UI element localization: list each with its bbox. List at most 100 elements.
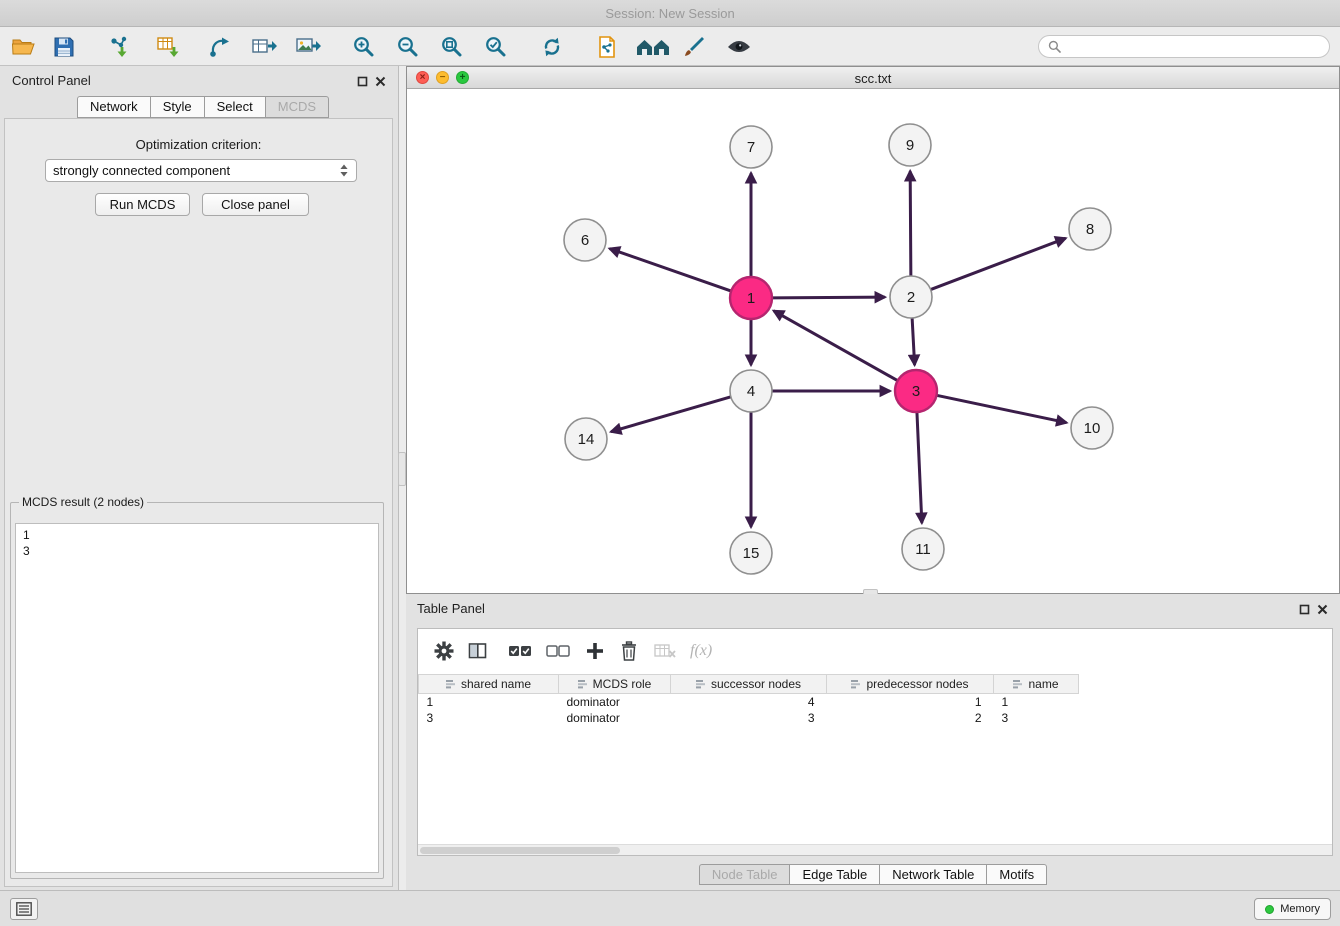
apply-style-button[interactable] (676, 32, 712, 62)
function-builder-label: f(x) (690, 642, 712, 660)
export-image-button[interactable] (290, 32, 326, 62)
cell-shared_name[interactable]: 1 (419, 694, 559, 710)
open-session-button[interactable] (6, 32, 42, 62)
run-mcds-button[interactable]: Run MCDS (95, 193, 190, 216)
search-box[interactable] (1038, 35, 1330, 58)
cell-predecessor_nodes[interactable]: 1 (827, 694, 994, 710)
cell-mcds_role[interactable]: dominator (559, 694, 671, 710)
cell-shared_name[interactable]: 3 (419, 710, 559, 726)
node-table-body: 1dominator4113dominator323 (419, 694, 1334, 726)
panel-selector-button[interactable] (10, 898, 38, 920)
cell-name[interactable]: 1 (994, 694, 1079, 710)
tab-select[interactable]: Select (204, 96, 266, 118)
network-window-title: scc.txt (407, 71, 1339, 86)
cell-successor_nodes[interactable]: 4 (671, 694, 827, 710)
network-canvas[interactable]: 7968124310141511 (407, 89, 1339, 593)
criterion-dropdown[interactable]: strongly connected component (45, 159, 357, 182)
tab-network-table[interactable]: Network Table (879, 864, 987, 885)
graph-node-label: 6 (581, 232, 589, 249)
eye-icon (726, 37, 752, 57)
network-graph[interactable]: 7968124310141511 (407, 89, 1339, 594)
zoom-fit-button[interactable] (434, 32, 470, 62)
control-panel-title: Control Panel (12, 73, 91, 88)
tab-motifs[interactable]: Motifs (986, 864, 1047, 885)
graph-edge-3-11[interactable] (917, 412, 922, 522)
column-header-4[interactable]: name (994, 675, 1079, 694)
memory-label: Memory (1280, 903, 1320, 915)
graph-edge-1-6[interactable] (610, 249, 731, 291)
memory-button[interactable]: Memory (1254, 898, 1331, 920)
columns-icon (468, 642, 488, 660)
zoom-selected-icon (484, 35, 508, 59)
tab-style[interactable]: Style (150, 96, 205, 118)
plus-icon (586, 642, 604, 660)
main-toolbar (0, 27, 1340, 66)
graph-edge-2-8[interactable] (931, 239, 1065, 290)
clone-network-button[interactable] (589, 32, 625, 62)
export-table-button[interactable] (246, 32, 282, 62)
create-column-button[interactable] (586, 641, 604, 661)
table-options-button[interactable] (434, 641, 454, 661)
close-panel-button[interactable]: Close panel (202, 193, 309, 216)
float-table-panel-icon[interactable] (1297, 602, 1312, 616)
float-panel-icon[interactable] (355, 74, 370, 88)
criterion-dropdown-value: strongly connected component (53, 163, 230, 178)
panel-splitter-handle[interactable] (398, 452, 406, 486)
import-table-button[interactable] (150, 32, 186, 62)
open-folder-icon (11, 35, 37, 59)
table-row[interactable]: 1dominator411 (419, 694, 1334, 710)
mcds-result-title: MCDS result (2 nodes) (19, 495, 147, 509)
tab-edge-table[interactable]: Edge Table (789, 864, 880, 885)
close-window-button[interactable] (416, 71, 429, 84)
cell-name[interactable]: 3 (994, 710, 1079, 726)
apply-layout-button[interactable] (534, 32, 570, 62)
column-header-3[interactable]: predecessor nodes (827, 675, 994, 694)
maximize-window-button[interactable] (456, 71, 469, 84)
table-panel-tabs: Node Table Edge Table Network Table Moti… (406, 864, 1340, 885)
graph-edge-3-10[interactable] (937, 395, 1066, 422)
application-window: Session: New Session Control Panel (0, 0, 1340, 926)
search-icon (1048, 40, 1061, 53)
graph-edge-1-2[interactable] (772, 297, 884, 298)
import-network-button[interactable] (102, 32, 138, 62)
graph-node-label: 14 (578, 431, 595, 448)
zoom-out-button[interactable] (390, 32, 426, 62)
graph-edge-4-14[interactable] (612, 397, 731, 432)
zoom-selected-button[interactable] (478, 32, 514, 62)
close-panel-icon[interactable] (373, 74, 388, 88)
column-header-2[interactable]: successor nodes (671, 675, 827, 694)
function-builder-button[interactable]: f(x) (690, 641, 712, 661)
column-header-0[interactable]: shared name (419, 675, 559, 694)
table-row[interactable]: 3dominator323 (419, 710, 1334, 726)
graphics-details-button[interactable] (721, 32, 757, 62)
zoom-out-icon (396, 35, 420, 59)
horizontal-scrollbar[interactable] (418, 844, 1332, 855)
first-neighbors-button[interactable] (633, 32, 673, 62)
search-input[interactable] (1067, 40, 1320, 54)
graph-edge-3-1[interactable] (775, 311, 898, 380)
delete-columns-button[interactable] (620, 641, 638, 661)
tab-network[interactable]: Network (77, 96, 151, 118)
cell-filler (1079, 710, 1334, 726)
graph-edge-2-3[interactable] (912, 318, 914, 364)
show-columns-button[interactable] (468, 641, 488, 661)
cell-predecessor_nodes[interactable]: 2 (827, 710, 994, 726)
export-network-button[interactable] (202, 32, 238, 62)
column-header-1[interactable]: MCDS role (559, 675, 671, 694)
control-panel-header: Control Panel (0, 66, 398, 94)
cell-mcds_role[interactable]: dominator (559, 710, 671, 726)
tab-mcds[interactable]: MCDS (265, 96, 329, 118)
table-panel-header: Table Panel (406, 594, 1340, 622)
minimize-window-button[interactable] (436, 71, 449, 84)
save-session-button[interactable] (46, 32, 82, 62)
zoom-in-button[interactable] (346, 32, 382, 62)
select-all-columns-button[interactable] (508, 641, 532, 661)
cell-successor_nodes[interactable]: 3 (671, 710, 827, 726)
scrollbar-thumb[interactable] (420, 847, 620, 854)
graph-edge-2-9[interactable] (910, 172, 911, 276)
unselect-all-columns-button[interactable] (546, 641, 570, 661)
gear-icon (434, 641, 454, 661)
tab-node-table[interactable]: Node Table (699, 864, 791, 885)
delete-table-button[interactable] (654, 641, 676, 661)
close-table-panel-icon[interactable] (1315, 602, 1330, 616)
